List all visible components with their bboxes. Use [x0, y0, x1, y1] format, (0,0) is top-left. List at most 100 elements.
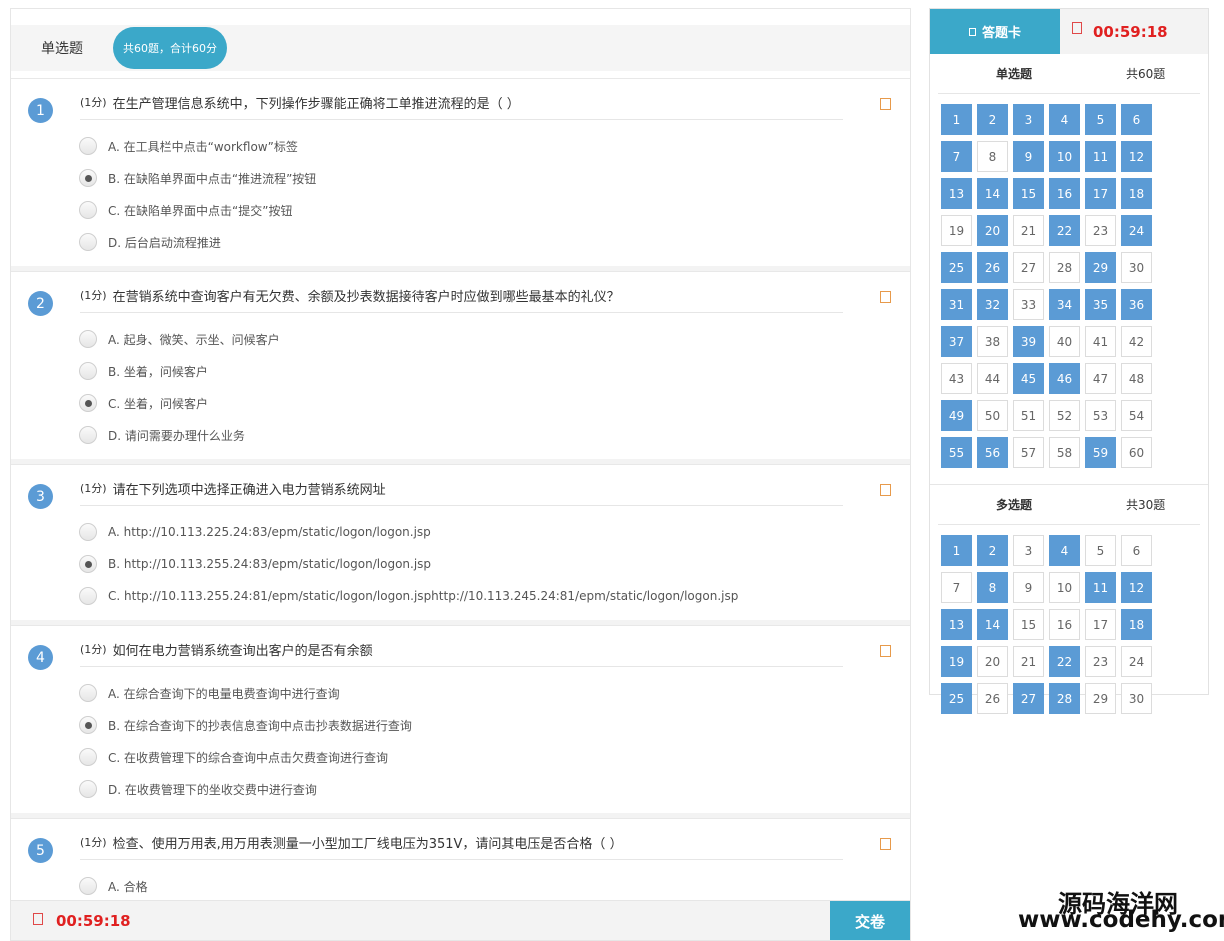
question-cell[interactable]: 40: [1049, 326, 1080, 357]
question-cell[interactable]: 1: [941, 535, 972, 566]
question-cell[interactable]: 51: [1013, 400, 1044, 431]
question-cell[interactable]: 35: [1085, 289, 1116, 320]
question-cell[interactable]: 27: [1013, 252, 1044, 283]
question-cell[interactable]: 43: [941, 363, 972, 394]
radio-button[interactable]: [79, 169, 97, 187]
question-cell[interactable]: 23: [1085, 646, 1116, 677]
question-cell[interactable]: 22: [1049, 646, 1080, 677]
question-cell[interactable]: 56: [977, 437, 1008, 468]
question-cell[interactable]: 46: [1049, 363, 1080, 394]
question-cell[interactable]: 20: [977, 646, 1008, 677]
question-cell[interactable]: 48: [1121, 363, 1152, 394]
answer-option[interactable]: C. 坐着，问候客户: [11, 387, 910, 419]
answer-option[interactable]: B. http://10.113.255.24:83/epm/static/lo…: [11, 548, 910, 580]
question-cell[interactable]: 60: [1121, 437, 1152, 468]
question-cell[interactable]: 17: [1085, 609, 1116, 640]
question-cell[interactable]: 59: [1085, 437, 1116, 468]
question-cell[interactable]: 3: [1013, 535, 1044, 566]
question-cell[interactable]: 13: [941, 178, 972, 209]
question-cell[interactable]: 47: [1085, 363, 1116, 394]
question-cell[interactable]: 2: [977, 535, 1008, 566]
answer-option[interactable]: D. 在收费管理下的坐收交费中进行查询: [11, 773, 910, 805]
question-cell[interactable]: 37: [941, 326, 972, 357]
question-cell[interactable]: 6: [1121, 104, 1152, 135]
radio-button[interactable]: [79, 748, 97, 766]
question-cell[interactable]: 1: [941, 104, 972, 135]
question-cell[interactable]: 53: [1085, 400, 1116, 431]
question-cell[interactable]: 7: [941, 141, 972, 172]
submit-exam-button[interactable]: 交卷: [830, 901, 910, 940]
question-cell[interactable]: 4: [1049, 535, 1080, 566]
question-cell[interactable]: 2: [977, 104, 1008, 135]
question-cell[interactable]: 32: [977, 289, 1008, 320]
question-cell[interactable]: 49: [941, 400, 972, 431]
answer-option[interactable]: B. 坐着，问候客户: [11, 355, 910, 387]
question-cell[interactable]: 39: [1013, 326, 1044, 357]
question-cell[interactable]: 26: [977, 683, 1008, 714]
question-cell[interactable]: 19: [941, 646, 972, 677]
question-cell[interactable]: 28: [1049, 683, 1080, 714]
question-cell[interactable]: 10: [1049, 572, 1080, 603]
radio-button[interactable]: [79, 587, 97, 605]
radio-button[interactable]: [79, 555, 97, 573]
radio-button[interactable]: [79, 523, 97, 541]
question-cell[interactable]: 29: [1085, 252, 1116, 283]
question-cell[interactable]: 57: [1013, 437, 1044, 468]
answer-option[interactable]: A. 在工具栏中点击“workflow”标签: [11, 130, 910, 162]
answer-option[interactable]: C. 在缺陷单界面中点击“提交”按钮: [11, 194, 910, 226]
radio-button[interactable]: [79, 201, 97, 219]
answer-option[interactable]: B. 在缺陷单界面中点击“推进流程”按钮: [11, 162, 910, 194]
question-cell[interactable]: 10: [1049, 141, 1080, 172]
question-cell[interactable]: 6: [1121, 535, 1152, 566]
answer-option[interactable]: A. 合格: [11, 870, 910, 902]
answer-option[interactable]: A. http://10.113.225.24:83/epm/static/lo…: [11, 516, 910, 548]
radio-button[interactable]: [79, 426, 97, 444]
question-cell[interactable]: 4: [1049, 104, 1080, 135]
question-cell[interactable]: 25: [941, 683, 972, 714]
question-cell[interactable]: 19: [941, 215, 972, 246]
radio-button[interactable]: [79, 233, 97, 251]
answer-option[interactable]: D. 请问需要办理什么业务: [11, 419, 910, 451]
question-cell[interactable]: 15: [1013, 609, 1044, 640]
question-cell[interactable]: 18: [1121, 609, 1152, 640]
answer-option[interactable]: A. 起身、微笑、示坐、问候客户: [11, 323, 910, 355]
question-cell[interactable]: 45: [1013, 363, 1044, 394]
question-cell[interactable]: 23: [1085, 215, 1116, 246]
answer-option[interactable]: D. 后台启动流程推进: [11, 226, 910, 258]
radio-button[interactable]: [79, 362, 97, 380]
question-cell[interactable]: 17: [1085, 178, 1116, 209]
bookmark-icon[interactable]: [880, 291, 891, 303]
question-cell[interactable]: 24: [1121, 215, 1152, 246]
question-cell[interactable]: 14: [977, 609, 1008, 640]
question-cell[interactable]: 44: [977, 363, 1008, 394]
question-cell[interactable]: 8: [977, 141, 1008, 172]
question-cell[interactable]: 24: [1121, 646, 1152, 677]
question-cell[interactable]: 20: [977, 215, 1008, 246]
question-cell[interactable]: 16: [1049, 609, 1080, 640]
question-cell[interactable]: 11: [1085, 572, 1116, 603]
question-cell[interactable]: 25: [941, 252, 972, 283]
question-cell[interactable]: 9: [1013, 572, 1044, 603]
radio-button[interactable]: [79, 330, 97, 348]
answer-option[interactable]: B. 在综合查询下的抄表信息查询中点击抄表数据进行查询: [11, 709, 910, 741]
radio-button[interactable]: [79, 394, 97, 412]
answer-option[interactable]: C. 在收费管理下的综合查询中点击欠费查询进行查询: [11, 741, 910, 773]
question-cell[interactable]: 55: [941, 437, 972, 468]
question-cell[interactable]: 21: [1013, 646, 1044, 677]
radio-button[interactable]: [79, 716, 97, 734]
question-cell[interactable]: 5: [1085, 535, 1116, 566]
radio-button[interactable]: [79, 877, 97, 895]
question-cell[interactable]: 30: [1121, 252, 1152, 283]
radio-button[interactable]: [79, 137, 97, 155]
bookmark-icon[interactable]: [880, 484, 891, 496]
question-cell[interactable]: 54: [1121, 400, 1152, 431]
radio-button[interactable]: [79, 780, 97, 798]
question-cell[interactable]: 31: [941, 289, 972, 320]
question-cell[interactable]: 52: [1049, 400, 1080, 431]
question-cell[interactable]: 18: [1121, 178, 1152, 209]
question-cell[interactable]: 29: [1085, 683, 1116, 714]
bookmark-icon[interactable]: [880, 645, 891, 657]
question-cell[interactable]: 15: [1013, 178, 1044, 209]
question-cell[interactable]: 28: [1049, 252, 1080, 283]
bookmark-icon[interactable]: [880, 838, 891, 850]
